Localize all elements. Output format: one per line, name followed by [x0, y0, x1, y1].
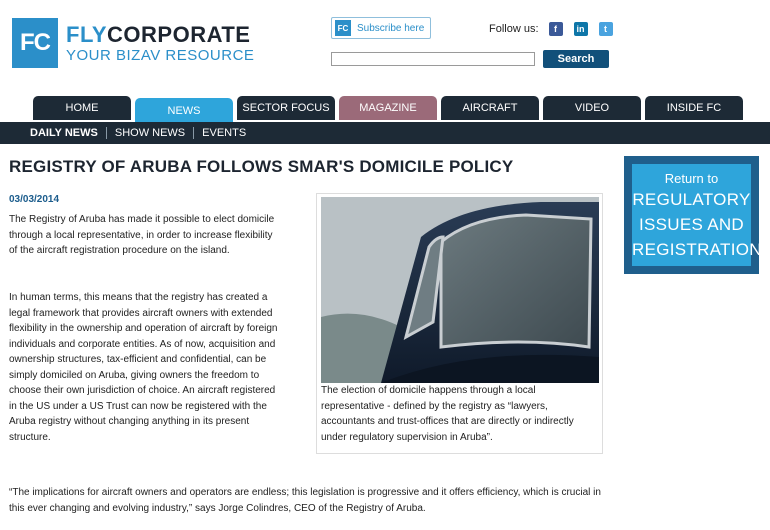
logo-corporate: CORPORATE: [107, 21, 251, 47]
aircraft-cockpit-photo: [321, 197, 599, 383]
tab-video[interactable]: VIDEO: [543, 96, 641, 120]
search-button[interactable]: Search: [543, 50, 609, 68]
logo-tagline: YOUR BIZAV RESOURCE: [66, 46, 255, 64]
promo-line: REGISTRATION: [632, 240, 762, 259]
logo-name: FLYCORPORATE: [66, 21, 254, 47]
article-paragraph: “The implications for aircraft owners an…: [9, 487, 601, 514]
article-paragraph: The Registry of Aruba has made it possib…: [9, 214, 275, 256]
logo-fly: FLY: [66, 21, 108, 47]
search-input[interactable]: [331, 52, 535, 66]
fc-mini-icon: FC: [335, 20, 351, 36]
site-logo[interactable]: FC FLYCORPORATE YOUR BIZAV RESOURCE: [12, 18, 254, 68]
subnav-daily-news[interactable]: DAILY NEWS: [30, 127, 106, 139]
follow-us: Follow us: f in t: [489, 22, 613, 36]
tab-home[interactable]: HOME: [33, 96, 131, 120]
twitter-icon[interactable]: t: [598, 22, 613, 36]
subnav-show-news[interactable]: SHOW NEWS: [107, 127, 193, 139]
sidebar-promo[interactable]: Return to REGULATORY ISSUES AND REGISTRA…: [624, 156, 762, 274]
aircraft-cockpit-image: [321, 197, 599, 383]
article-paragraph: In human terms, this means that the regi…: [9, 292, 278, 443]
figure-caption: The election of domicile happens through…: [321, 385, 574, 443]
linkedin-icon[interactable]: in: [573, 22, 588, 36]
article-headline: REGISTRY OF ARUBA FOLLOWS SMAR'S DOMICIL…: [9, 157, 514, 176]
return-label: Return to: [664, 171, 719, 186]
sub-nav: DAILY NEWS SHOW NEWS EVENTS: [0, 122, 770, 144]
promo-line: ISSUES AND: [638, 215, 745, 234]
facebook-icon[interactable]: f: [548, 22, 563, 36]
return-to-regulatory-link[interactable]: Return to REGULATORY ISSUES AND REGISTRA…: [632, 164, 762, 266]
subscribe-button[interactable]: FC Subscribe here: [331, 17, 431, 39]
tab-news[interactable]: NEWS: [135, 98, 233, 124]
tab-magazine[interactable]: MAGAZINE: [339, 96, 437, 120]
tab-inside-fc[interactable]: INSIDE FC: [645, 96, 743, 120]
main-nav: HOME NEWS SECTOR FOCUS MAGAZINE AIRCRAFT…: [33, 96, 747, 124]
article-figure: The election of domicile happens through…: [316, 193, 603, 454]
subscribe-label: Subscribe here: [357, 22, 425, 34]
tab-sector-focus[interactable]: SECTOR FOCUS: [237, 96, 335, 120]
tab-aircraft[interactable]: AIRCRAFT: [441, 96, 539, 120]
article-date: 03/03/2014: [9, 194, 60, 205]
follow-label: Follow us:: [489, 23, 539, 35]
logo-mark: FC: [12, 18, 58, 68]
promo-line: REGULATORY: [632, 190, 751, 209]
subnav-events[interactable]: EVENTS: [194, 127, 254, 139]
